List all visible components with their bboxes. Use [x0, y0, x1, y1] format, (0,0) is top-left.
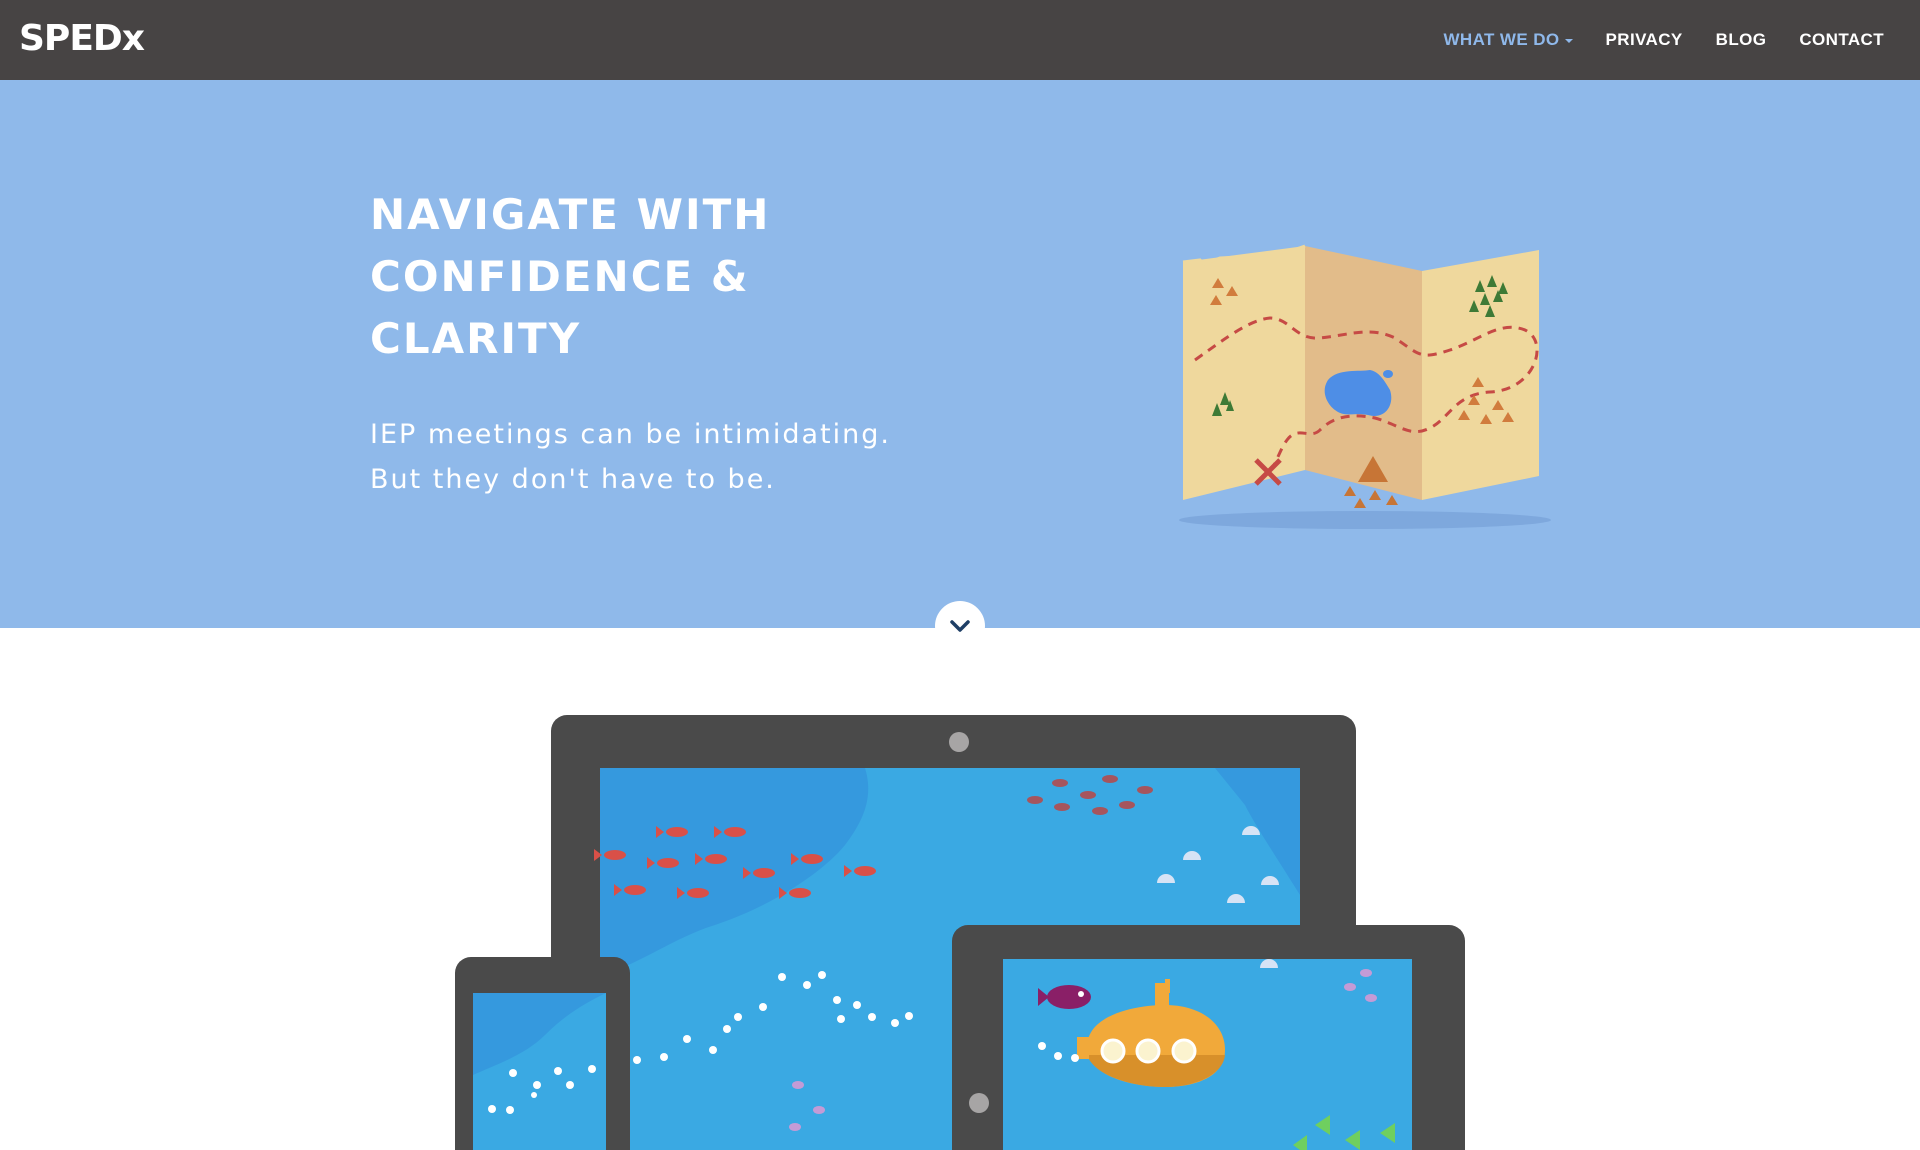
treasure-map-icon	[1179, 244, 1551, 529]
nav-link-privacy[interactable]: PRIVACY	[1606, 30, 1683, 50]
devices-ocean-illustration	[455, 715, 1465, 1150]
nav-link-what-we-do[interactable]: WHAT WE DO	[1443, 30, 1573, 50]
caret-down-icon	[1564, 38, 1573, 43]
chevron-down-icon	[950, 620, 970, 632]
nav-link-blog[interactable]: BLOG	[1716, 30, 1767, 50]
hero-title: NAVIGATE WITH CONFIDENCE & CLARITY	[370, 190, 771, 363]
nav-link-contact[interactable]: CONTACT	[1799, 30, 1884, 50]
brand-logo[interactable]: SPEDx	[19, 16, 145, 62]
top-navbar: SPEDx WHAT WE DO PRIVACY BLOG CONTACT	[0, 0, 1920, 80]
hero-subtitle-line-2: But they don't have to be.	[370, 464, 776, 495]
hero-section: NAVIGATE WITH CONFIDENCE & CLARITY IEP m…	[0, 80, 1920, 628]
main-nav: WHAT WE DO PRIVACY BLOG CONTACT	[1443, 0, 1884, 80]
hero-subtitle-line-1: IEP meetings can be intimidating.	[370, 419, 891, 450]
scroll-down-button[interactable]	[935, 601, 985, 651]
hero-subtitle: IEP meetings can be intimidating. But th…	[370, 412, 891, 502]
nav-link-what-we-do-label: WHAT WE DO	[1443, 30, 1560, 49]
